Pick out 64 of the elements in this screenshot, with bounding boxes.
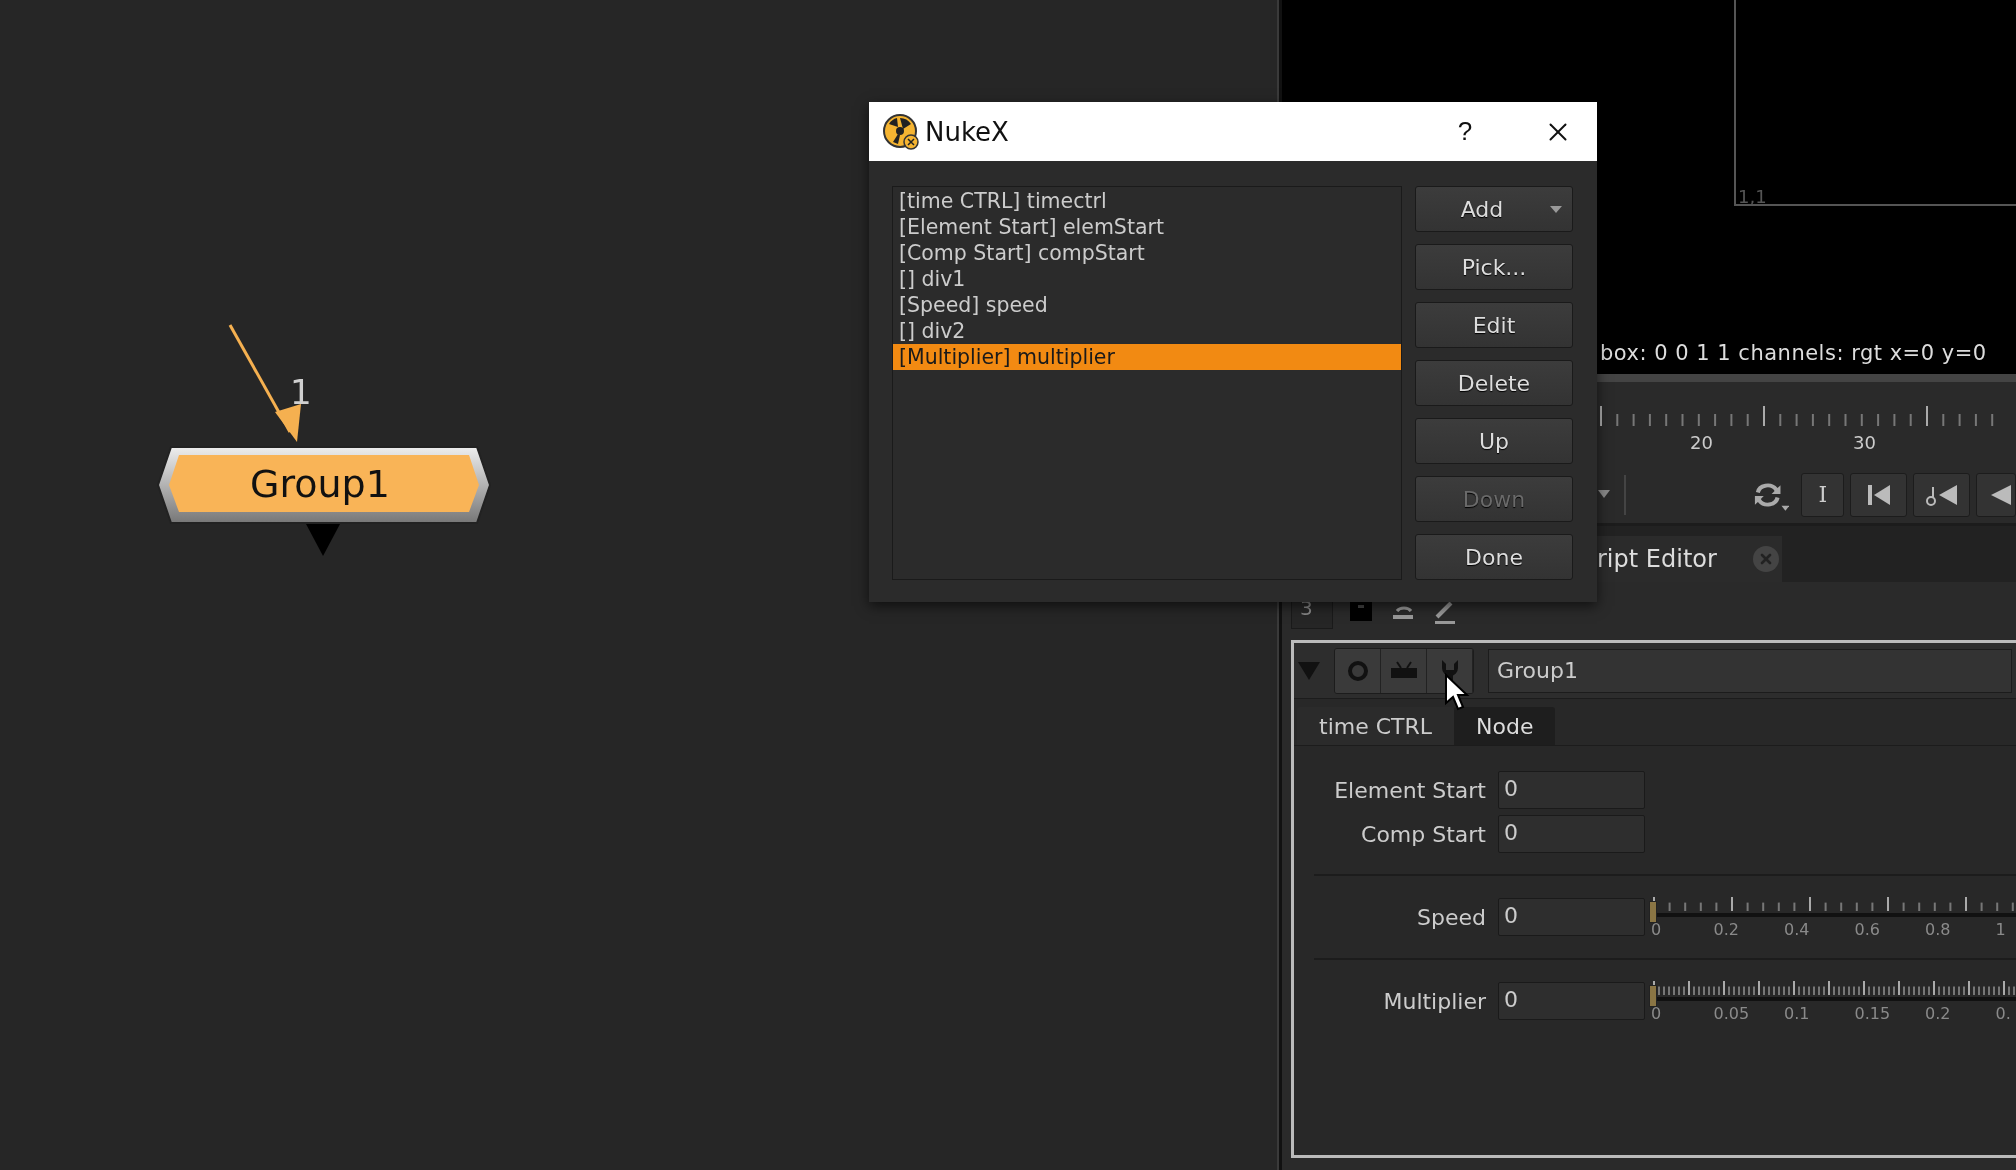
number-field[interactable]: 0 [1498,815,1645,853]
slider-handle[interactable] [1649,901,1657,923]
number-field[interactable]: 0 [1498,771,1645,809]
dialog-button[interactable]: Pick... [1415,244,1573,290]
frame-number: 20 [1690,432,1713,453]
caret-icon [1550,206,1562,213]
list-item[interactable]: [time CTRL] timectrl [893,188,1401,214]
scale-label: 0.2 [1713,920,1739,939]
node-tools-button[interactable] [1427,648,1473,693]
list-item[interactable]: [Multiplier] multiplier [893,344,1401,370]
scale-label: 0.1 [1784,1004,1810,1023]
knob-label: Comp Start [1360,821,1486,847]
script-editor-tab[interactable]: ript Editor [1597,536,1782,582]
dialog-button[interactable]: Done [1415,534,1573,580]
ring-icon [1346,659,1369,682]
list-item[interactable]: [Element Start] elemStart [893,214,1401,240]
knob-label: Multiplier [1382,988,1486,1014]
scale-label: 0.4 [1784,920,1810,939]
frame-number: 30 [1853,432,1876,453]
panel-tab[interactable]: Node [1454,707,1556,745]
scale-label: 0.8 [1925,920,1951,939]
list-item[interactable]: [] div2 [893,318,1401,344]
scale-label: 0. [1995,1004,2011,1023]
scale-label: 0 [1651,920,1662,939]
scale-label: 1 [1995,920,2006,939]
slider-track[interactable]: 0 0.05 0.1 0.15 0.2 0. [1649,981,2016,1021]
cursor-icon [1444,673,1470,711]
list-item[interactable]: [Comp Start] compStart [893,240,1401,266]
key-back-icon [1924,482,1959,507]
centre-node-button[interactable] [1381,648,1427,693]
number-field[interactable]: 0 [1498,982,1645,1020]
node-label: Group1 [250,462,390,506]
knob-label: Element Start [1333,777,1486,803]
input-label: 1 [290,372,312,412]
output-triangle-icon [306,524,340,556]
play-backward-button[interactable] [1976,472,2016,517]
frame-label: 1,1 [1738,186,1767,207]
skip-to-start-icon [1865,482,1892,507]
previous-keyframe-button[interactable] [1913,472,1971,517]
number-field[interactable]: 0 [1498,898,1645,936]
view-node-button[interactable] [1335,648,1381,693]
dialog-button[interactable]: Edit [1415,302,1573,348]
scale-label: 0.05 [1713,1004,1750,1023]
node-name-field[interactable]: Group1 [1488,648,2012,693]
list-item[interactable]: [] div1 [893,266,1401,292]
slider-handle[interactable] [1649,985,1657,1007]
app-logo-icon [883,113,919,150]
group-node[interactable] [157,446,491,524]
caret-icon[interactable] [1598,489,1610,500]
scale-label: 0.2 [1925,1004,1951,1023]
slider-track[interactable]: 0 0.2 0.4 0.6 0.8 1 [1649,897,2016,937]
knob-label: Speed [1416,904,1486,930]
dialog-button[interactable]: Up [1415,418,1573,464]
viewer-info: box: 0 0 1 1 channels: rgt x=0 y=0 [1600,341,1987,365]
dialog-title: NukeX [925,116,1010,147]
current-frame-button[interactable]: I [1801,472,1845,517]
scale-label: 0 [1651,1004,1662,1023]
dialog-button[interactable]: Add [1415,186,1573,232]
scale-label: 0.15 [1854,1004,1891,1023]
scale-label: 0.6 [1854,920,1880,939]
help-button[interactable]: ? [1445,116,1485,147]
list-item[interactable]: [Speed] speed [893,292,1401,318]
skip-to-start-button[interactable] [1850,472,1908,517]
dialog-button[interactable]: Delete [1415,360,1573,406]
